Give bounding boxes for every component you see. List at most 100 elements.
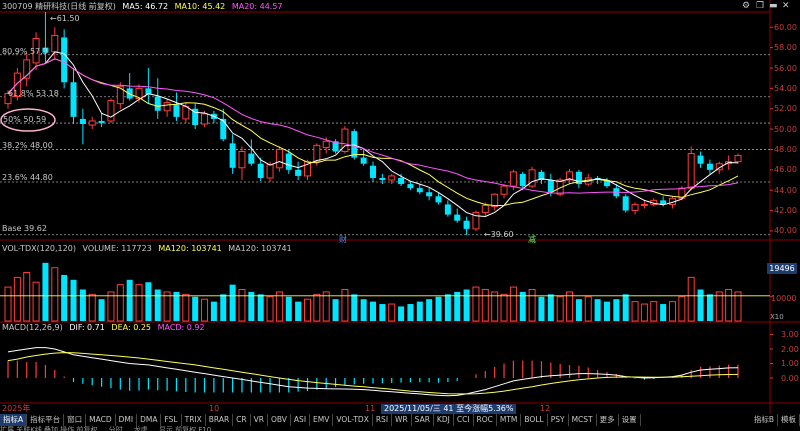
volume-bar-up <box>388 303 396 322</box>
volume-bar-up <box>23 272 31 322</box>
restore-icon[interactable]: ❐ <box>756 2 764 11</box>
candle-body-down <box>519 173 526 187</box>
earnings-marker[interactable]: 财 <box>339 235 347 244</box>
volume-bar-up <box>687 276 695 322</box>
tab-2[interactable]: 窗口 <box>64 414 87 426</box>
price-tick-label: 42.00 <box>774 206 797 216</box>
macd-dif: DIF: 0.71 <box>69 323 105 332</box>
tab-24[interactable]: MCST <box>569 414 597 426</box>
tab-20[interactable]: ROC <box>474 414 497 426</box>
tab-3[interactable]: MACD <box>86 414 116 426</box>
macd-indicator-name[interactable]: MACD(12,26,9) <box>2 323 63 332</box>
tab-17[interactable]: SAR <box>412 414 434 426</box>
bottom-toolbar[interactable]: 扩展 关联K线 叠加 操作 前复权 ... 分时 ... 龙虎 ... 显示 前… <box>0 426 800 431</box>
price-tick-label: 50.00 <box>774 124 797 134</box>
tab-19[interactable]: CCI <box>454 414 474 426</box>
tab-6[interactable]: FSL <box>161 414 182 426</box>
ma10-line <box>7 58 739 207</box>
stock-chart-canvas[interactable] <box>0 0 800 431</box>
volume-bar-down <box>79 289 86 321</box>
candle-body-down <box>248 153 255 164</box>
close-icon[interactable]: ✕ <box>782 2 790 11</box>
tab-13[interactable]: EMV <box>310 414 334 426</box>
volume-bar-down <box>697 289 704 321</box>
tab-16[interactable]: WR <box>392 414 412 426</box>
fib-38-label: 38.2% 48.00 <box>2 141 53 150</box>
volume-bar-down <box>547 294 554 321</box>
tab-8[interactable]: BRAR <box>206 414 234 426</box>
tab-25[interactable]: 更多 <box>597 414 619 426</box>
candle-body-up <box>51 34 59 53</box>
price-tick-label: 54.00 <box>774 83 797 93</box>
volume-bar-down <box>98 299 105 321</box>
candle-body-down <box>98 120 105 123</box>
volume-bar-down <box>603 301 610 321</box>
volume-bar-down <box>360 299 367 321</box>
volume-bar-down <box>575 299 582 321</box>
tab-22[interactable]: BOLL <box>521 414 548 426</box>
macd-dea: DEA: 0.25 <box>111 323 152 332</box>
tab-21[interactable]: MTM <box>497 414 522 426</box>
volume-bar-down <box>61 274 68 321</box>
volume-bar-down <box>154 289 161 321</box>
tab-11[interactable]: OBV <box>268 414 291 426</box>
candle-body-down <box>229 143 236 168</box>
candle-body-up <box>163 102 171 112</box>
right-tab-0[interactable]: 指标B <box>751 414 778 426</box>
volume-bar-up <box>715 291 723 322</box>
volume-bar-down <box>444 294 451 321</box>
volume-bar-up <box>640 303 648 322</box>
volume-bar-up <box>668 301 676 322</box>
tab-spacer <box>641 414 751 426</box>
right-tab-1[interactable]: 模板 <box>778 414 800 426</box>
volume-bar-down <box>706 294 713 321</box>
volume-bar-up <box>266 296 274 322</box>
macd-macd: MACD: 0.92 <box>157 323 205 332</box>
tab-0[interactable]: 指标A <box>0 414 28 426</box>
volume-unit: X10 <box>770 313 784 321</box>
low-price-mark: ←39.60 <box>484 230 514 239</box>
tab-10[interactable]: VR <box>251 414 268 426</box>
chart-header: 300709 精研科技(日线 前复权) MA5: 46.72 MA10: 45.… <box>2 2 287 12</box>
tab-4[interactable]: DMI <box>116 414 138 426</box>
date-nov: 11 <box>365 404 376 413</box>
tab-14[interactable]: VOL-TDX <box>333 414 373 426</box>
tab-1[interactable]: 指标平台 <box>27 414 65 426</box>
stock-title[interactable]: 300709 精研科技(日线 前复权) <box>2 2 116 11</box>
volume-bar-down <box>70 279 77 321</box>
volume-bar-up <box>275 291 283 322</box>
tab-23[interactable]: PSY <box>548 414 569 426</box>
ma5-value: MA5: 46.72 <box>122 2 169 11</box>
candle-body-up <box>631 203 639 212</box>
volume-bar-up <box>107 291 115 322</box>
minimize-icon[interactable]: ▬ <box>769 2 778 11</box>
tab-9[interactable]: CR <box>233 414 251 426</box>
volume-bar-up <box>500 293 508 322</box>
date-year: 2025年 <box>2 404 31 413</box>
candle-body-down <box>173 104 180 117</box>
candle-body-up <box>313 144 321 163</box>
candle-body-down <box>706 163 713 170</box>
ma10-value: MA10: 45.42 <box>174 2 226 11</box>
volume-bar-down <box>519 291 526 321</box>
volume-bar-up <box>182 293 190 322</box>
settings-icon[interactable]: ⚙ <box>742 2 750 11</box>
vol-indicator-name[interactable]: VOL-TDX(120,120) <box>2 244 76 253</box>
volume-bar-up <box>631 301 639 322</box>
volume-bar-up <box>528 289 536 322</box>
tab-26[interactable]: 设置 <box>619 414 641 426</box>
volume-bar-up <box>303 298 311 322</box>
tab-12[interactable]: ASI <box>291 414 311 426</box>
volume-bar-up <box>313 293 321 322</box>
reduce-marker[interactable]: 减 <box>528 235 536 244</box>
cursor-date-status: 2025/11/05/三 41 至今涨幅5.36% <box>381 404 517 414</box>
price-tick-label: 52.00 <box>774 104 797 114</box>
volume-bar-down <box>379 304 386 321</box>
candle-body-up <box>107 100 115 122</box>
tab-7[interactable]: TRIX <box>182 414 206 426</box>
candle-body-up <box>322 140 330 148</box>
tab-15[interactable]: RSI <box>373 414 393 426</box>
tab-18[interactable]: KDJ <box>434 414 454 426</box>
candle-body-down <box>351 131 358 158</box>
tab-5[interactable]: DMA <box>137 414 162 426</box>
